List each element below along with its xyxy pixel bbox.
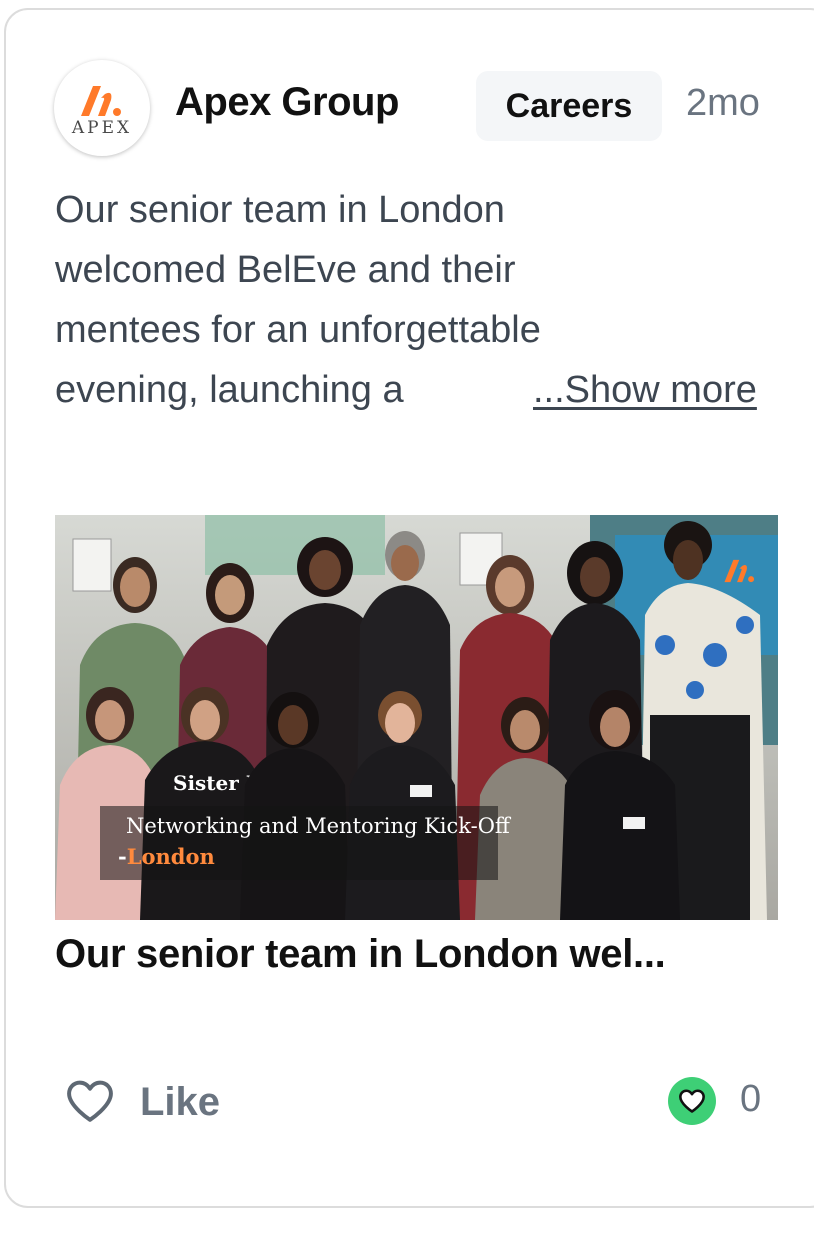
like-button[interactable]: Like	[64, 1076, 220, 1125]
post-title[interactable]: Our senior team in London wel...	[55, 932, 666, 977]
post-body-line-last: evening, launching a ...Show more	[55, 360, 775, 420]
category-tag[interactable]: Careers	[476, 71, 662, 141]
post-body-line: mentees for an unforgettable	[55, 309, 541, 351]
post-body-line: welcomed BelEve and their	[55, 249, 516, 291]
apex-logo-mark-icon	[81, 86, 121, 116]
photo-logo-icon	[724, 559, 755, 583]
image-caption: Networking and Mentoring Kick-Off -Londo…	[100, 806, 510, 880]
caption-title: Networking and Mentoring Kick-Off	[126, 814, 510, 838]
heart-outline-icon	[67, 1080, 113, 1122]
like-label: Like	[140, 1080, 221, 1124]
caption-dash: -	[118, 844, 127, 869]
logo-text: APEX	[71, 118, 133, 138]
caption-location: -London	[118, 844, 215, 869]
heart-icon	[679, 1089, 705, 1113]
caption-city: London	[126, 844, 215, 869]
company-name[interactable]: Apex Group	[175, 80, 399, 125]
post-body: Our senior team in London welcomed BelEv…	[55, 180, 775, 420]
like-count: 0	[740, 1078, 762, 1120]
post-body-line: evening, launching a	[55, 369, 404, 411]
post-timestamp: 2mo	[686, 82, 760, 124]
show-more-link[interactable]: ...Show more	[477, 360, 757, 420]
post-body-line: Our senior team in London	[55, 189, 505, 231]
company-logo[interactable]: APEX	[54, 60, 150, 156]
like-count-badge	[668, 1077, 716, 1125]
